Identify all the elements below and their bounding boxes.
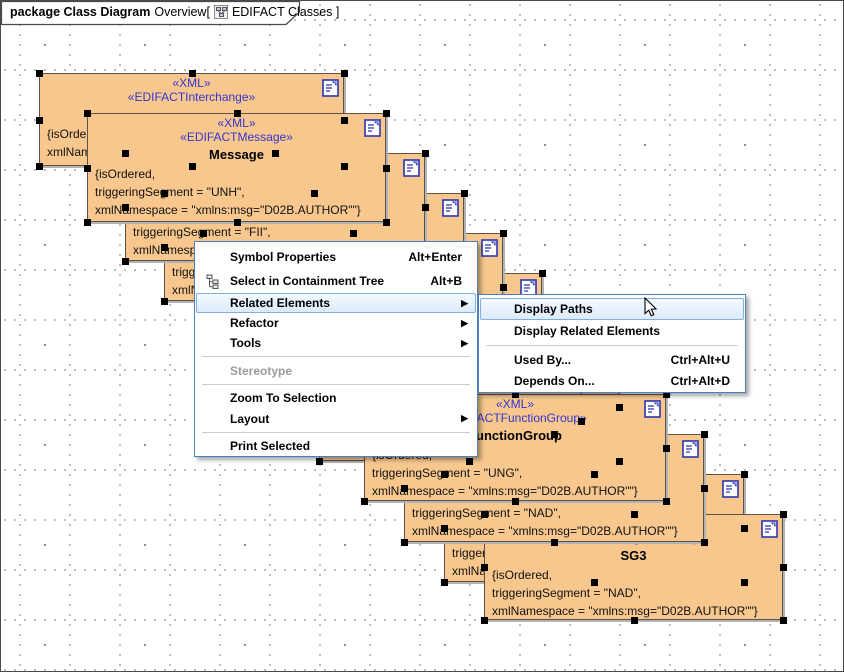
doc-note-icon: [644, 400, 661, 418]
containment-tree-icon: [206, 274, 221, 289]
menu-item-label: Zoom To Selection: [230, 391, 336, 405]
doc-note-icon: [761, 520, 778, 538]
stereotype-label: «EDIFACTInterchange»: [40, 90, 343, 104]
stereotype-label: «EDIFACTMessage»: [88, 130, 385, 144]
menu-item-shortcut: Alt+B: [430, 274, 475, 288]
tagged-value-line: triggeringSegment = "NAD",: [412, 504, 703, 522]
menu-item-label: Layout: [230, 412, 269, 426]
doc-note-icon: [403, 159, 420, 177]
menu-item-used-by[interactable]: Used By... Ctrl+Alt+U: [480, 349, 744, 370]
frame-kind-label: package Class Diagram: [10, 5, 150, 19]
tagged-value-line: {isOrdered,: [95, 165, 385, 183]
menu-item-label: Refactor: [230, 316, 279, 330]
tagged-value-line: {isOrdered,: [492, 566, 782, 584]
tagged-value-line: xmlNamespace = "xmlns:msg="D02B.AUTHOR""…: [412, 522, 703, 540]
menu-item-select-in-containment-tree[interactable]: Select in Containment Tree Alt+B: [196, 269, 476, 293]
class-name: SG3: [485, 548, 782, 564]
menu-item-depends-on[interactable]: Depends On... Ctrl+Alt+D: [480, 370, 744, 391]
menu-item-label: Related Elements: [230, 296, 330, 310]
class-name: Message: [88, 147, 385, 163]
doc-note-icon: [364, 119, 381, 137]
related-elements-submenu: Display Paths Display Related Elements Use…: [478, 294, 746, 393]
menu-item-refactor[interactable]: Refactor ▶: [196, 313, 476, 333]
menu-separator: [196, 381, 476, 388]
menu-item-label: Display Paths: [514, 302, 593, 316]
doc-note-icon: [322, 79, 339, 97]
uml-class-box-2[interactable]: «XML»«EDIFACTMessage» Message {isOrdered,t…: [87, 113, 386, 222]
tagged-values: {isOrdered,triggeringSegment = "NAD",xml…: [485, 566, 782, 620]
diagram-canvas[interactable]: package Class Diagram Overview[ EDIFACT …: [0, 0, 844, 672]
frame-context-label: Overview[: [154, 5, 210, 19]
diagram-frame-title: package Class Diagram Overview[ EDIFACT …: [10, 5, 339, 19]
menu-item-label: Display Related Elements: [514, 324, 660, 338]
menu-item-stereotype: Stereotype: [196, 360, 476, 381]
menu-item-label: Tools: [230, 336, 261, 350]
menu-separator: [480, 342, 744, 349]
menu-item-shortcut: Alt+Enter: [408, 250, 475, 264]
tagged-value-line: triggeringSegment = "NAD",: [492, 584, 782, 602]
menu-separator: [196, 429, 476, 436]
menu-item-symbol-properties[interactable]: Symbol Properties Alt+Enter: [196, 245, 476, 269]
tagged-value-line: triggeringSegment = "FII",: [133, 223, 424, 241]
tagged-values: {isOrdered,triggeringSegment = "UNH",xml…: [88, 165, 385, 219]
menu-item-label: Select in Containment Tree: [230, 274, 384, 288]
tagged-value-line: triggeringSegment = "UNG",: [372, 464, 665, 482]
doc-note-icon: [722, 480, 739, 498]
menu-item-label: Depends On...: [514, 374, 595, 388]
submenu-arrow-icon: ▶: [461, 339, 475, 348]
submenu-arrow-icon: ▶: [461, 299, 475, 308]
doc-note-icon: [682, 440, 699, 458]
menu-item-shortcut: Ctrl+Alt+D: [671, 374, 743, 388]
class-diagram-icon: [214, 5, 228, 19]
menu-separator: [196, 353, 476, 360]
menu-item-related-elements[interactable]: Related Elements ▶: [196, 293, 476, 313]
stereotype-label: «XML»: [88, 116, 385, 130]
menu-item-display-paths[interactable]: Display Paths: [480, 298, 744, 320]
submenu-arrow-icon: ▶: [461, 319, 475, 328]
tagged-value-line: xmlNamespace = "xmlns:msg="D02B.AUTHOR""…: [95, 201, 385, 219]
menu-item-label: Used By...: [514, 353, 571, 367]
context-menu: Symbol Properties Alt+Enter Select in Cont…: [194, 241, 478, 457]
stereotype-label: «XML»: [40, 76, 343, 90]
menu-item-label: Symbol Properties: [230, 250, 336, 264]
frame-diagram-name: EDIFACT Classes ]: [232, 5, 339, 19]
menu-item-label: Print Selected: [230, 439, 310, 453]
doc-note-icon: [481, 239, 498, 257]
doc-note-icon: [442, 199, 459, 217]
menu-item-tools[interactable]: Tools ▶: [196, 333, 476, 353]
menu-item-label: Stereotype: [230, 364, 292, 378]
menu-item-shortcut: Ctrl+Alt+U: [671, 353, 743, 367]
tagged-value-line: xmlNamespace = "xmlns:msg="D02B.AUTHOR""…: [372, 482, 665, 500]
menu-item-display-related-elements[interactable]: Display Related Elements: [480, 320, 744, 342]
menu-item-print-selected[interactable]: Print Selected: [196, 436, 476, 455]
menu-item-zoom-to-selection[interactable]: Zoom To Selection: [196, 388, 476, 408]
mouse-cursor: [644, 297, 658, 318]
submenu-arrow-icon: ▶: [461, 414, 475, 423]
tagged-value-line: triggeringSegment = "UNH",: [95, 183, 385, 201]
tagged-value-line: xmlNamespace = "xmlns:msg="D02B.AUTHOR""…: [492, 602, 782, 620]
menu-item-layout[interactable]: Layout ▶: [196, 408, 476, 429]
